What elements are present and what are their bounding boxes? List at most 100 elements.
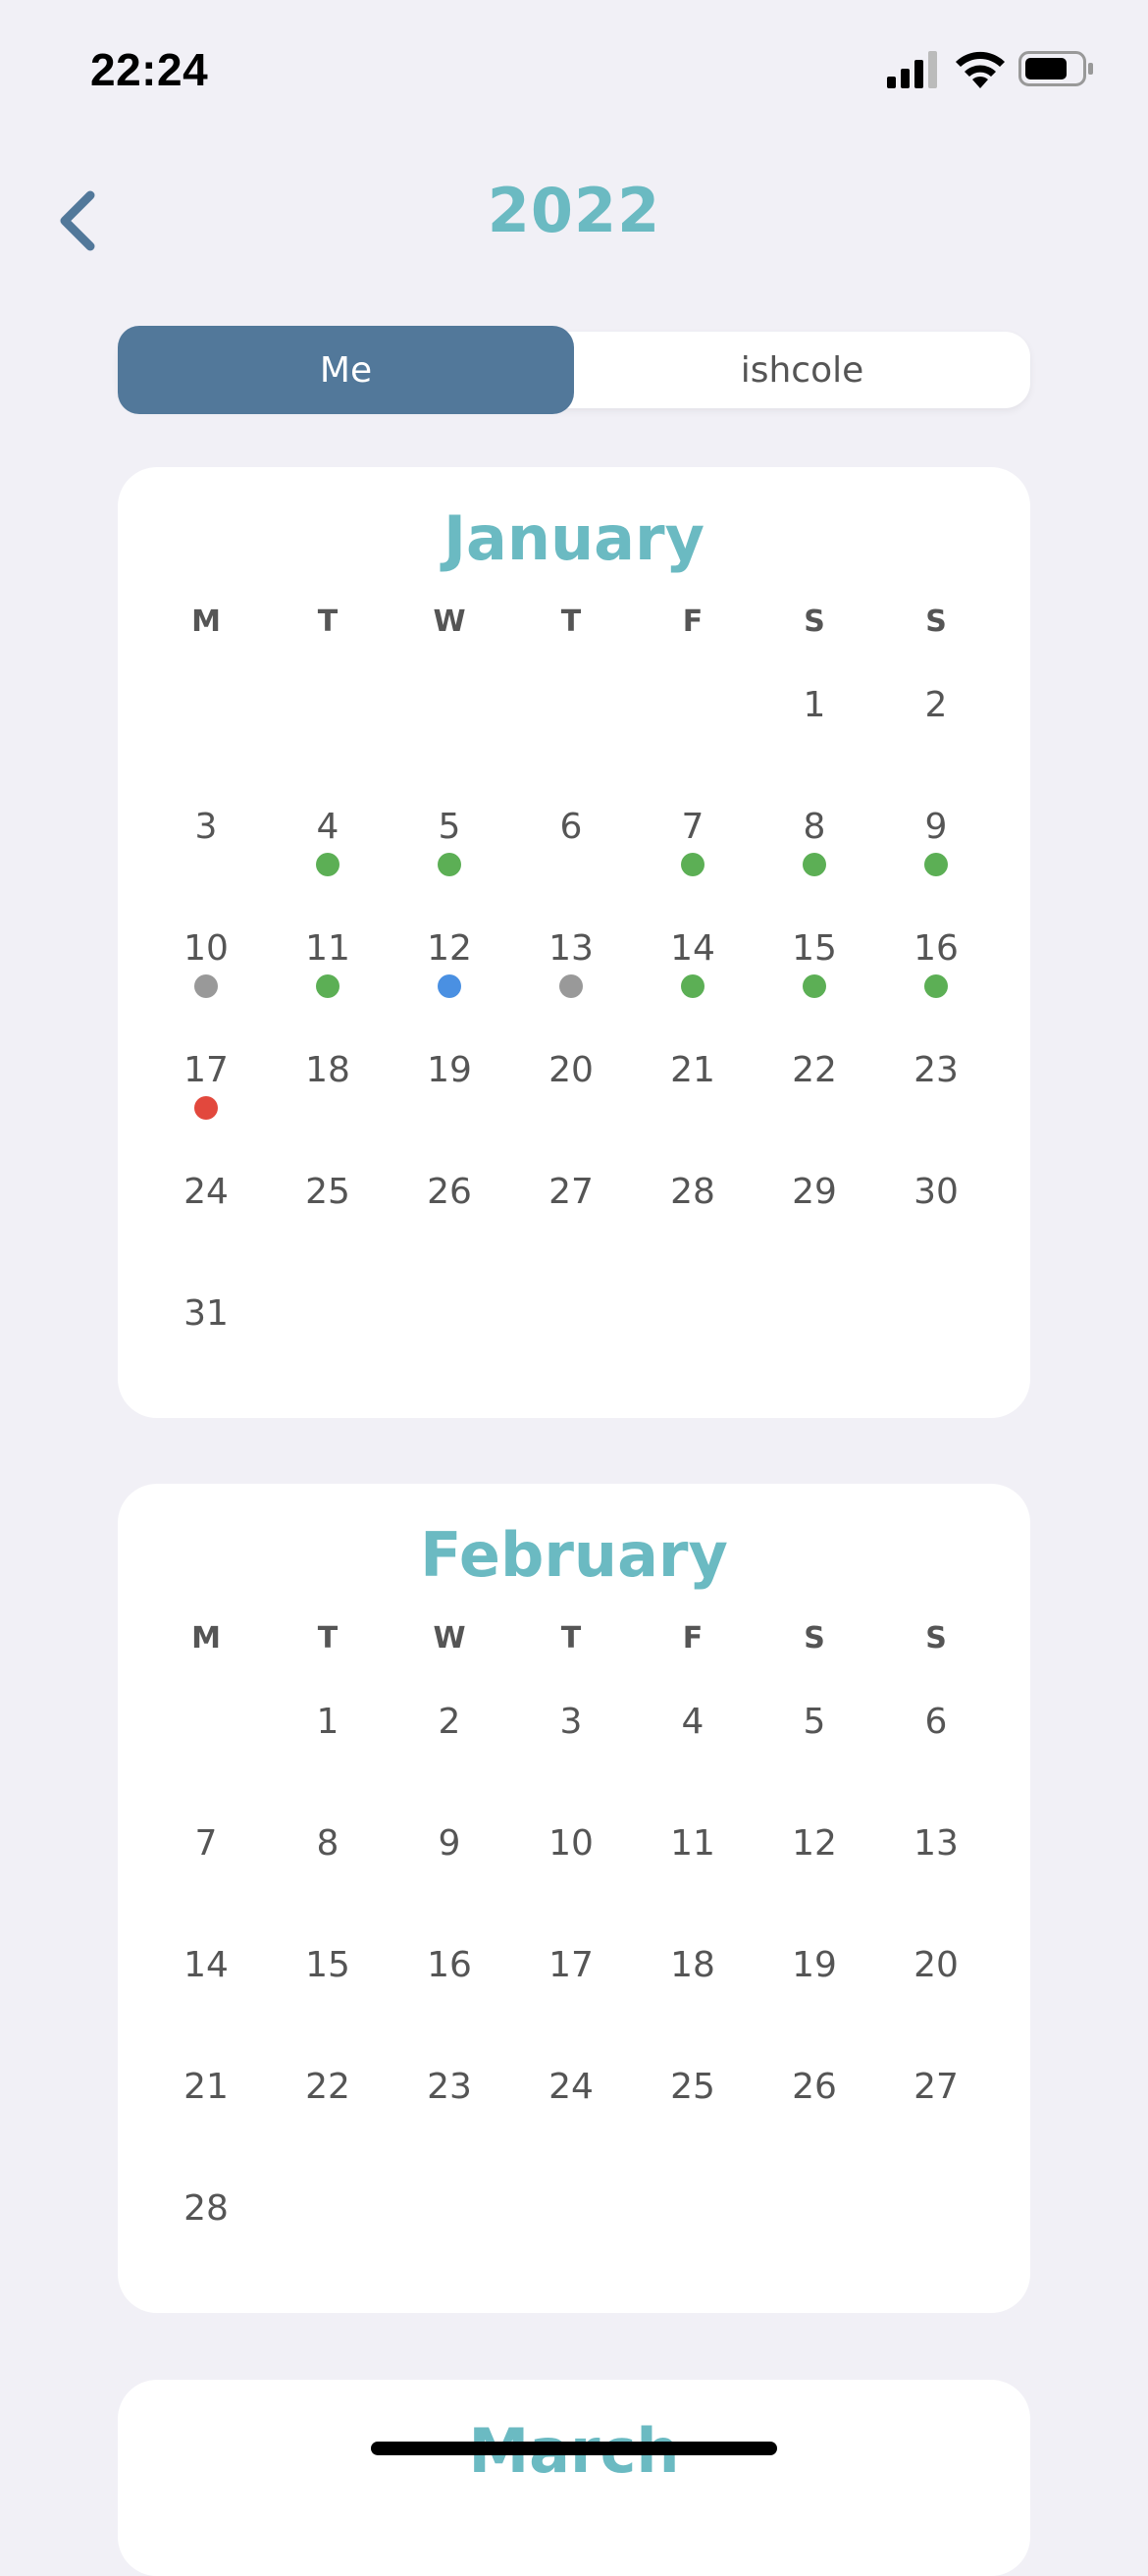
calendar-day[interactable]: 21 <box>639 1049 747 1157</box>
calendar-day[interactable]: 24 <box>152 1171 260 1279</box>
calendar-day[interactable]: 13 <box>517 927 625 1035</box>
calendar-day[interactable]: 1 <box>760 684 868 792</box>
calendar-day[interactable]: 5 <box>395 806 503 914</box>
day-number: 16 <box>913 928 959 969</box>
day-number: 28 <box>670 1172 715 1212</box>
day-number: 12 <box>792 1823 837 1864</box>
day-number: 21 <box>183 2067 229 2107</box>
calendar-day[interactable]: 3 <box>517 1701 625 1809</box>
status-dot-red <box>194 1096 218 1120</box>
month-title: February <box>420 1519 728 1591</box>
calendar-day[interactable]: 5 <box>760 1701 868 1809</box>
calendar-day[interactable]: 8 <box>760 806 868 914</box>
calendar-day[interactable]: 4 <box>274 806 382 914</box>
calendar-day[interactable]: 12 <box>760 1822 868 1930</box>
calendar-day[interactable]: 24 <box>517 2066 625 2174</box>
status-dot-green <box>316 853 339 876</box>
calendar-day[interactable]: 2 <box>395 1701 503 1809</box>
status-dot-green <box>681 853 704 876</box>
day-number: 19 <box>427 1050 472 1090</box>
calendar-day[interactable]: 16 <box>882 927 990 1035</box>
calendar-day[interactable]: 14 <box>639 927 747 1035</box>
day-number: 6 <box>559 807 583 847</box>
calendar-day[interactable]: 21 <box>152 2066 260 2174</box>
calendar-day[interactable]: 25 <box>639 2066 747 2174</box>
calendar-day[interactable]: 25 <box>274 1171 382 1279</box>
calendar-day[interactable]: 12 <box>395 927 503 1035</box>
calendar-day[interactable]: 23 <box>395 2066 503 2174</box>
calendar-day[interactable]: 22 <box>760 1049 868 1157</box>
day-number: 20 <box>548 1050 594 1090</box>
day-number: 6 <box>924 1702 948 1742</box>
day-number: 23 <box>427 2067 472 2107</box>
segment-other-user[interactable]: ishcole <box>574 332 1030 408</box>
calendar-day[interactable]: 15 <box>760 927 868 1035</box>
calendar-day[interactable]: 18 <box>274 1049 382 1157</box>
calendar-day[interactable]: 17 <box>517 1944 625 2052</box>
calendar-day[interactable]: 2 <box>882 684 990 792</box>
calendar-day[interactable]: 9 <box>395 1822 503 1930</box>
day-number: 7 <box>194 1823 218 1864</box>
segment-me[interactable]: Me <box>118 326 574 414</box>
calendar-day[interactable]: 19 <box>760 1944 868 2052</box>
day-number: 2 <box>438 1702 461 1742</box>
calendar-day[interactable]: 13 <box>882 1822 990 1930</box>
calendar-day[interactable]: 8 <box>274 1822 382 1930</box>
day-number: 27 <box>913 2067 959 2107</box>
day-number: 22 <box>305 2067 350 2107</box>
calendar-day[interactable]: 7 <box>639 806 747 914</box>
day-number: 25 <box>670 2067 715 2107</box>
status-dot-green <box>803 974 826 998</box>
month-card-january: January M T W T F S S 1 2 3 4 5 6 7 8 9 10 11 12 13 14 15 16 17 1… <box>118 467 1030 1418</box>
calendar-day[interactable]: 4 <box>639 1701 747 1809</box>
status-dot-green <box>316 974 339 998</box>
calendar-day[interactable]: 28 <box>639 1171 747 1279</box>
calendar-day[interactable]: 26 <box>395 1171 503 1279</box>
calendar-day[interactable]: 18 <box>639 1944 747 2052</box>
calendar-day[interactable]: 10 <box>152 927 260 1035</box>
calendar-day[interactable]: 26 <box>760 2066 868 2174</box>
calendar-day[interactable]: 9 <box>882 806 990 914</box>
cellular-signal-icon <box>887 51 937 88</box>
calendar-day[interactable]: 20 <box>882 1944 990 2052</box>
day-number: 3 <box>194 807 218 847</box>
calendar-day[interactable]: 16 <box>395 1944 503 2052</box>
calendar-day[interactable]: 11 <box>639 1822 747 1930</box>
day-number: 3 <box>559 1702 583 1742</box>
weekday-label: T <box>317 605 339 639</box>
calendar-day[interactable]: 22 <box>274 2066 382 2174</box>
calendar-day[interactable]: 28 <box>152 2187 260 2295</box>
weekday-label: F <box>682 1621 704 1656</box>
wifi-icon <box>956 51 1005 88</box>
calendar-day[interactable]: 23 <box>882 1049 990 1157</box>
day-number: 26 <box>427 1172 472 1212</box>
day-number: 30 <box>913 1172 959 1212</box>
status-dot-green <box>438 853 461 876</box>
calendar-day[interactable]: 11 <box>274 927 382 1035</box>
calendar-day[interactable]: 3 <box>152 806 260 914</box>
calendar-day[interactable]: 7 <box>152 1822 260 1930</box>
weekday-label: M <box>191 1621 221 1656</box>
calendar-day[interactable]: 10 <box>517 1822 625 1930</box>
status-dot-green <box>803 853 826 876</box>
weekday-label: T <box>317 1621 339 1656</box>
calendar-day[interactable]: 31 <box>152 1292 260 1400</box>
calendar-day[interactable]: 6 <box>517 806 625 914</box>
day-number: 7 <box>681 807 704 847</box>
calendar-day[interactable]: 19 <box>395 1049 503 1157</box>
day-number: 1 <box>316 1702 339 1742</box>
calendar-day[interactable]: 27 <box>517 1171 625 1279</box>
weekday-label: M <box>191 605 221 639</box>
calendar-day[interactable]: 15 <box>274 1944 382 2052</box>
calendar-day[interactable]: 20 <box>517 1049 625 1157</box>
calendar-day[interactable]: 27 <box>882 2066 990 2174</box>
day-number: 13 <box>913 1823 959 1864</box>
calendar-day[interactable]: 14 <box>152 1944 260 2052</box>
calendar-day[interactable]: 6 <box>882 1701 990 1809</box>
calendar-day[interactable]: 29 <box>760 1171 868 1279</box>
day-number: 15 <box>305 1945 350 1985</box>
day-number: 31 <box>183 1293 229 1334</box>
calendar-day[interactable]: 1 <box>274 1701 382 1809</box>
calendar-day[interactable]: 17 <box>152 1049 260 1157</box>
calendar-day[interactable]: 30 <box>882 1171 990 1279</box>
